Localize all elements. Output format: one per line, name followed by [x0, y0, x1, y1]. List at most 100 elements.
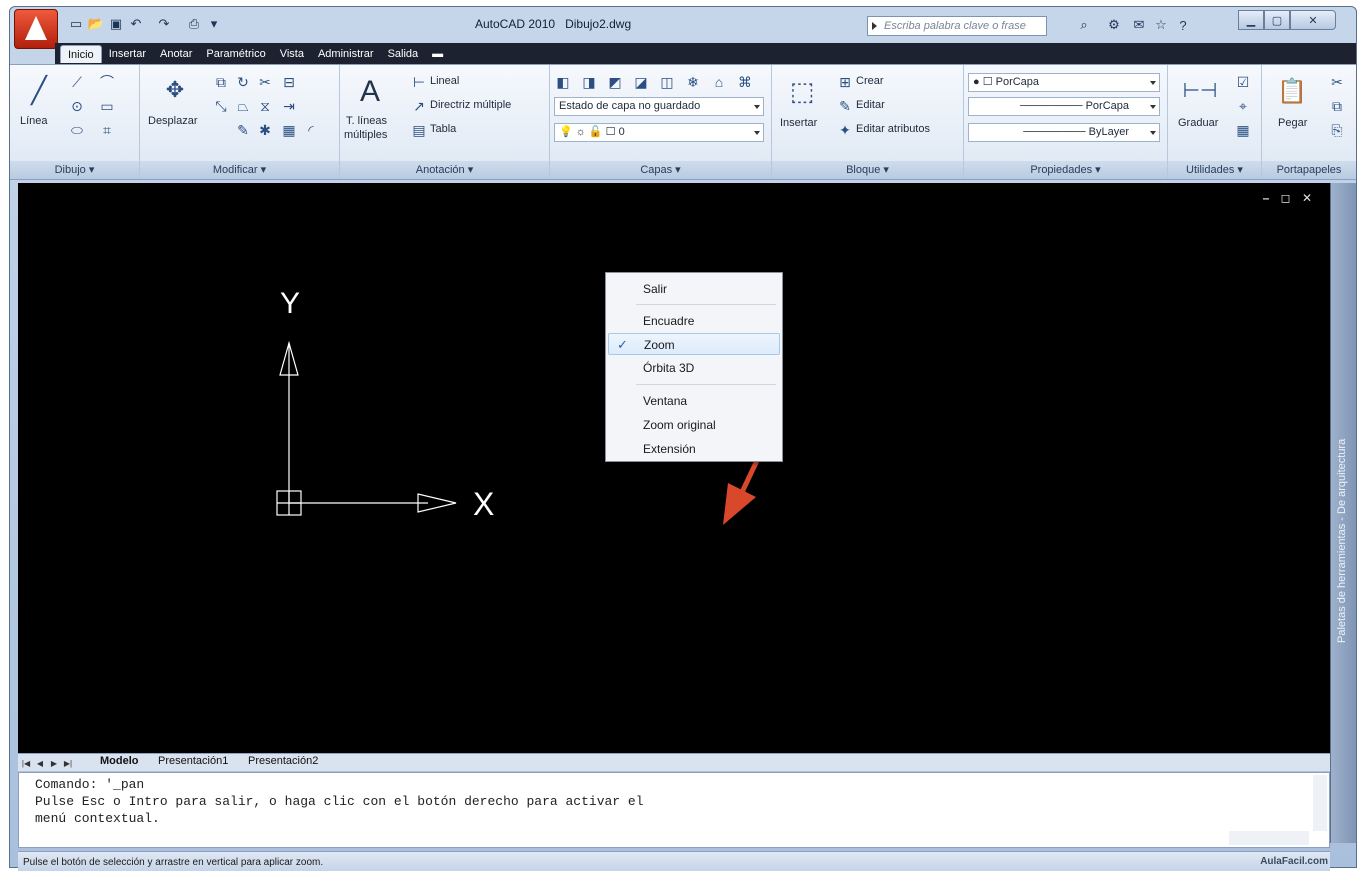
- ellipse-icon[interactable]: ⬭: [68, 121, 86, 139]
- tab-vista[interactable]: Vista: [273, 45, 311, 63]
- new-file-icon[interactable]: ▭: [68, 16, 84, 32]
- layer-off-icon[interactable]: ◪: [632, 73, 650, 91]
- tab-anotar[interactable]: Anotar: [153, 45, 199, 63]
- panel-utilities-title[interactable]: Utilidades ▾: [1168, 161, 1261, 179]
- maximize-button[interactable]: ▢: [1264, 10, 1290, 30]
- polyline-icon[interactable]: ⟋: [68, 73, 86, 91]
- panel-draw-title[interactable]: Dibujo ▾: [10, 161, 139, 179]
- panel-properties-title[interactable]: Propiedades ▾: [964, 161, 1167, 179]
- panel-layers-title[interactable]: Capas ▾: [550, 161, 771, 179]
- mtext-label-2[interactable]: múltiples: [344, 129, 387, 141]
- drawing-area[interactable]: – ◻ ✕ Y X: [18, 183, 1330, 753]
- layer-isolate-icon[interactable]: ◩: [606, 73, 624, 91]
- last-tab-icon[interactable]: ▶|: [62, 757, 74, 769]
- search-input[interactable]: Escriba palabra clave o frase: [867, 16, 1047, 36]
- id-point-icon[interactable]: ⌖: [1234, 97, 1252, 115]
- match-properties-icon[interactable]: ⎘: [1328, 121, 1346, 139]
- edit-block-icon[interactable]: ✎: [836, 97, 854, 115]
- next-tab-icon[interactable]: ▶: [48, 757, 60, 769]
- edit-label[interactable]: Editar: [856, 99, 885, 111]
- mirror-icon[interactable]: ⧖: [256, 97, 274, 115]
- multileader-icon[interactable]: ↗: [410, 97, 428, 115]
- context-menu-item-zoom[interactable]: ✓ Zoom: [608, 333, 780, 355]
- color-dropdown[interactable]: ● ☐ PorCapa: [968, 73, 1160, 92]
- linear-label[interactable]: Lineal: [430, 75, 459, 87]
- close-button[interactable]: ✕: [1290, 10, 1336, 30]
- move-label[interactable]: Desplazar: [148, 115, 198, 127]
- undo-icon[interactable]: ↶: [128, 16, 144, 32]
- panel-annotation-title[interactable]: Anotación ▾: [340, 161, 549, 179]
- current-layer-dropdown[interactable]: 💡 ☼ 🔓 ☐ 0: [554, 123, 764, 142]
- qat-dropdown-icon[interactable]: ▾: [206, 16, 222, 32]
- edit-attributes-label[interactable]: Editar atributos: [856, 123, 930, 135]
- context-menu-item-encuadre[interactable]: Encuadre: [608, 310, 780, 332]
- help-icon[interactable]: ?: [1174, 16, 1192, 34]
- mtext-icon[interactable]: A: [350, 73, 390, 111]
- tab-modelo[interactable]: Modelo: [100, 755, 139, 767]
- copy-clip-icon[interactable]: ⧉: [1328, 97, 1346, 115]
- first-tab-icon[interactable]: |◀: [20, 757, 32, 769]
- binoculars-search-icon[interactable]: ⌕: [1075, 16, 1093, 34]
- multileader-label[interactable]: Directriz múltiple: [430, 99, 511, 111]
- context-menu-item-orbita-3d[interactable]: Órbita 3D: [608, 357, 780, 379]
- context-menu-item-salir[interactable]: Salir: [608, 278, 780, 300]
- ribbon-minimize-icon[interactable]: ▬: [425, 45, 450, 63]
- tab-inicio[interactable]: Inicio: [60, 45, 102, 63]
- layer-match-icon[interactable]: ◫: [658, 73, 676, 91]
- command-line-scrollbar[interactable]: [1313, 775, 1327, 831]
- communication-center-icon[interactable]: ✉: [1130, 16, 1148, 34]
- favorites-icon[interactable]: ☆: [1152, 16, 1170, 34]
- panel-block-title[interactable]: Bloque ▾: [772, 161, 963, 179]
- context-menu-item-zoom-original[interactable]: Zoom original: [608, 414, 780, 436]
- offset-icon[interactable]: ⊟: [280, 73, 298, 91]
- subscription-center-icon[interactable]: ⚙: [1105, 16, 1123, 34]
- panel-clipboard-title[interactable]: Portapapeles: [1262, 161, 1356, 179]
- context-menu-item-extension[interactable]: Extensión: [608, 438, 780, 460]
- layer-lock-icon[interactable]: ⌂: [710, 73, 728, 91]
- array-icon[interactable]: ▦: [280, 121, 298, 139]
- measure-icon[interactable]: ⊢⊣: [1182, 75, 1218, 105]
- line-label[interactable]: Línea: [20, 115, 48, 127]
- edit-attributes-icon[interactable]: ✦: [836, 121, 854, 139]
- stretch-icon[interactable]: ⏢: [234, 97, 252, 115]
- trim-icon[interactable]: ✂: [256, 73, 274, 91]
- minimize-button[interactable]: ▁: [1238, 10, 1264, 30]
- create-block-icon[interactable]: ⊞: [836, 73, 854, 91]
- redo-icon[interactable]: ↷: [156, 16, 172, 32]
- plot-icon[interactable]: ⎙: [186, 16, 202, 32]
- linear-dim-icon[interactable]: ⊢: [410, 73, 428, 91]
- quick-select-icon[interactable]: ☑: [1234, 73, 1252, 91]
- insert-block-icon[interactable]: ⬚: [784, 73, 820, 109]
- hatch-icon[interactable]: ⌗: [98, 121, 116, 139]
- line-icon[interactable]: ╱: [24, 75, 54, 105]
- explode-icon[interactable]: ✱: [256, 121, 274, 139]
- arc-icon[interactable]: ⌒: [98, 73, 116, 91]
- calculator-icon[interactable]: ▦: [1234, 121, 1252, 139]
- table-icon[interactable]: ▤: [410, 121, 428, 139]
- paste-label[interactable]: Pegar: [1278, 117, 1307, 129]
- create-label[interactable]: Crear: [856, 75, 884, 87]
- tool-palette-strip[interactable]: Paletas de herramientas - De arquitectur…: [1330, 183, 1356, 843]
- application-menu-button[interactable]: [14, 9, 58, 49]
- tab-insertar[interactable]: Insertar: [102, 45, 153, 63]
- open-file-icon[interactable]: 📂: [88, 16, 104, 32]
- tab-presentacion1[interactable]: Presentación1: [158, 755, 228, 767]
- tab-presentacion2[interactable]: Presentación2: [248, 755, 318, 767]
- panel-modify-title[interactable]: Modificar ▾: [140, 161, 339, 179]
- command-line-hscrollbar[interactable]: [1229, 831, 1309, 845]
- tab-parametrico[interactable]: Paramétrico: [199, 45, 272, 63]
- layer-state-dropdown[interactable]: Estado de capa no guardado: [554, 97, 764, 116]
- rectangle-icon[interactable]: ▭: [98, 97, 116, 115]
- tab-administrar[interactable]: Administrar: [311, 45, 381, 63]
- table-label[interactable]: Tabla: [430, 123, 456, 135]
- paste-icon[interactable]: 📋: [1276, 75, 1308, 107]
- command-line-window[interactable]: Comando: '_pan Pulse Esc o Intro para sa…: [18, 772, 1330, 848]
- layer-freeze-icon[interactable]: ❄: [684, 73, 702, 91]
- insert-label[interactable]: Insertar: [780, 117, 817, 129]
- lineweight-dropdown[interactable]: ──────── ByLayer: [968, 123, 1160, 142]
- save-icon[interactable]: ▣: [108, 16, 124, 32]
- extend-icon[interactable]: ⇥: [280, 97, 298, 115]
- linetype-dropdown[interactable]: ──────── PorCapa: [968, 97, 1160, 116]
- circle-icon[interactable]: ⊙: [68, 97, 86, 115]
- tab-salida[interactable]: Salida: [381, 45, 426, 63]
